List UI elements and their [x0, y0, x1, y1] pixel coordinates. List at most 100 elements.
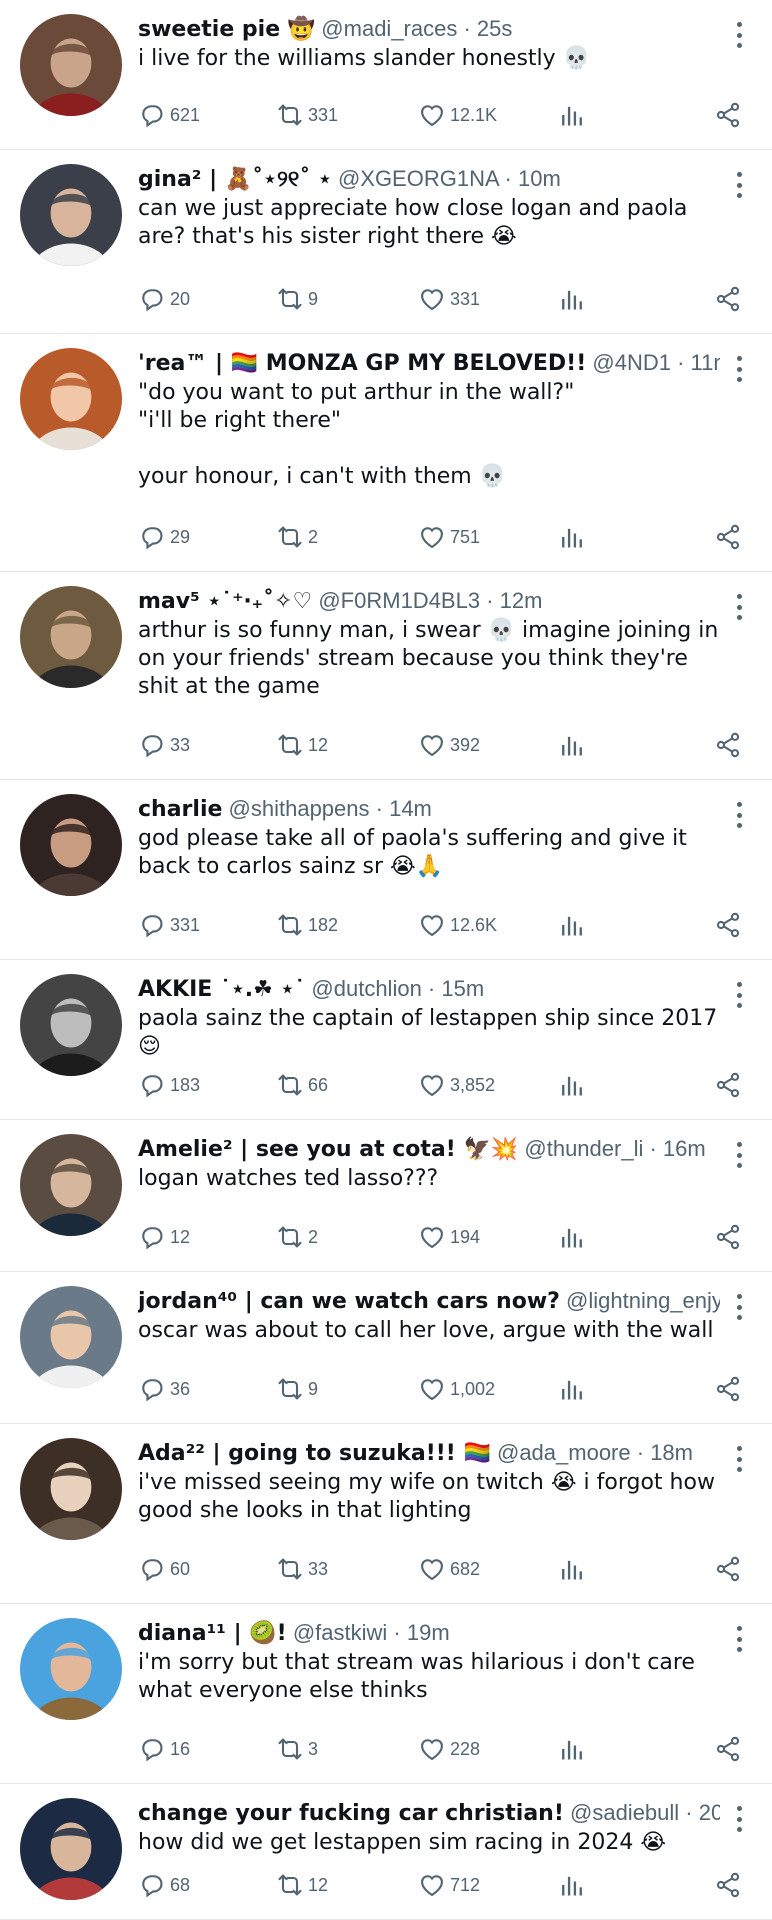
- like-button[interactable]: 12.6K: [418, 909, 497, 941]
- more-icon[interactable]: [732, 356, 746, 382]
- share-button[interactable]: [714, 521, 742, 553]
- user-handle[interactable]: @fastkiwi: [293, 1620, 387, 1645]
- like-button[interactable]: 3,852: [418, 1069, 495, 1101]
- views-button[interactable]: [558, 909, 586, 941]
- tweet[interactable]: gina² | 🧸˚⋆୨୧˚ ⋆ @XGEORG1NA · 10m can we …: [0, 150, 772, 334]
- user-handle[interactable]: @shithappens: [229, 796, 370, 821]
- display-name[interactable]: Ada²² | going to suzuka!!! 🏳️‍🌈: [138, 1441, 491, 1466]
- reply-button[interactable]: 60: [138, 1553, 190, 1585]
- more-icon[interactable]: [732, 1626, 746, 1652]
- timestamp[interactable]: 25s: [477, 16, 512, 41]
- more-icon[interactable]: [732, 802, 746, 828]
- display-name[interactable]: sweetie pie 🤠: [138, 17, 315, 42]
- retweet-button[interactable]: 9: [276, 1373, 318, 1405]
- timestamp[interactable]: 11m: [691, 350, 720, 375]
- like-button[interactable]: 751: [418, 521, 480, 553]
- retweet-button[interactable]: 2: [276, 521, 318, 553]
- timestamp[interactable]: 14m: [389, 796, 432, 821]
- views-button[interactable]: [558, 1733, 586, 1765]
- tweet[interactable]: Ada²² | going to suzuka!!! 🏳️‍🌈 @ada_moo…: [0, 1424, 772, 1604]
- retweet-button[interactable]: 33: [276, 1553, 328, 1585]
- user-handle[interactable]: @4ND1: [592, 350, 671, 375]
- more-icon[interactable]: [732, 1446, 746, 1472]
- retweet-button[interactable]: 66: [276, 1069, 328, 1101]
- reply-button[interactable]: 16: [138, 1733, 190, 1765]
- views-button[interactable]: [558, 1069, 586, 1101]
- retweet-button[interactable]: 9: [276, 283, 318, 315]
- tweet[interactable]: Amelie² | see you at cota! 🦅💥 @thunder_l…: [0, 1120, 772, 1272]
- like-button[interactable]: 12.1K: [418, 99, 497, 131]
- avatar[interactable]: [20, 164, 122, 266]
- like-button[interactable]: 682: [418, 1553, 480, 1585]
- avatar[interactable]: [20, 1286, 122, 1388]
- display-name[interactable]: change your fucking car christian!: [138, 1801, 564, 1826]
- like-button[interactable]: 228: [418, 1733, 480, 1765]
- timestamp[interactable]: 19m: [407, 1620, 450, 1645]
- tweet[interactable]: diana¹¹ | 🥝! @fastkiwi · 19m i'm sorry bu…: [0, 1604, 772, 1784]
- views-button[interactable]: [558, 729, 586, 761]
- like-button[interactable]: 194: [418, 1221, 480, 1253]
- tweet[interactable]: change your fucking car christian! @sadi…: [0, 1784, 772, 1920]
- avatar[interactable]: [20, 794, 122, 896]
- like-button[interactable]: 392: [418, 729, 480, 761]
- views-button[interactable]: [558, 521, 586, 553]
- user-handle[interactable]: @sadiebull: [570, 1800, 679, 1825]
- timestamp[interactable]: 10m: [518, 166, 561, 191]
- share-button[interactable]: [714, 283, 742, 315]
- display-name[interactable]: diana¹¹ | 🥝!: [138, 1621, 287, 1646]
- share-button[interactable]: [714, 99, 742, 131]
- display-name[interactable]: AKKIE ˙⋆.☘︎ ⋆˙: [138, 977, 305, 1002]
- retweet-button[interactable]: 3: [276, 1733, 318, 1765]
- display-name[interactable]: gina² | 🧸˚⋆୨୧˚ ⋆: [138, 167, 332, 192]
- share-button[interactable]: [714, 1373, 742, 1405]
- avatar[interactable]: [20, 1798, 122, 1900]
- reply-button[interactable]: 68: [138, 1869, 190, 1901]
- timestamp[interactable]: 15m: [441, 976, 484, 1001]
- timestamp[interactable]: 18m: [650, 1440, 693, 1465]
- reply-button[interactable]: 36: [138, 1373, 190, 1405]
- reply-button[interactable]: 29: [138, 521, 190, 553]
- reply-button[interactable]: 20: [138, 283, 190, 315]
- tweet[interactable]: charlie @shithappens · 14m god please tak…: [0, 780, 772, 960]
- share-button[interactable]: [714, 909, 742, 941]
- avatar[interactable]: [20, 14, 122, 116]
- display-name[interactable]: charlie: [138, 797, 222, 822]
- user-handle[interactable]: @madi_races: [321, 16, 457, 41]
- share-button[interactable]: [714, 729, 742, 761]
- share-button[interactable]: [714, 1869, 742, 1901]
- share-button[interactable]: [714, 1553, 742, 1585]
- avatar[interactable]: [20, 1618, 122, 1720]
- reply-button[interactable]: 621: [138, 99, 200, 131]
- tweet[interactable]: 'rea™ | 🏳️‍🌈 MONZA GP MY BELOVED!! @4ND1…: [0, 334, 772, 572]
- avatar[interactable]: [20, 1134, 122, 1236]
- user-handle[interactable]: @XGEORG1NA: [338, 166, 499, 191]
- retweet-button[interactable]: 331: [276, 99, 338, 131]
- user-handle[interactable]: @lightning_enjyr ...: [566, 1288, 720, 1313]
- share-button[interactable]: [714, 1733, 742, 1765]
- like-button[interactable]: 331: [418, 283, 480, 315]
- more-icon[interactable]: [732, 1806, 746, 1832]
- more-icon[interactable]: [732, 172, 746, 198]
- views-button[interactable]: [558, 283, 586, 315]
- share-button[interactable]: [714, 1069, 742, 1101]
- reply-button[interactable]: 33: [138, 729, 190, 761]
- views-button[interactable]: [558, 99, 586, 131]
- timestamp[interactable]: 12m: [500, 588, 543, 613]
- more-icon[interactable]: [732, 1294, 746, 1320]
- retweet-button[interactable]: 182: [276, 909, 338, 941]
- user-handle[interactable]: @thunder_li: [524, 1136, 643, 1161]
- more-icon[interactable]: [732, 982, 746, 1008]
- tweet[interactable]: jordan⁴⁰ | can we watch cars now? @light…: [0, 1272, 772, 1424]
- reply-button[interactable]: 183: [138, 1069, 200, 1101]
- retweet-button[interactable]: 2: [276, 1221, 318, 1253]
- like-button[interactable]: 712: [418, 1869, 480, 1901]
- user-handle[interactable]: @ada_moore: [497, 1440, 631, 1465]
- avatar[interactable]: [20, 1438, 122, 1540]
- display-name[interactable]: jordan⁴⁰ | can we watch cars now?: [138, 1289, 560, 1314]
- display-name[interactable]: mav⁵ ⋆˙⁺‧₊˚✧♡: [138, 589, 312, 614]
- tweet[interactable]: mav⁵ ⋆˙⁺‧₊˚✧♡ @F0RM1D4BL3 · 12m arthur is…: [0, 572, 772, 780]
- reply-button[interactable]: 331: [138, 909, 200, 941]
- user-handle[interactable]: @F0RM1D4BL3: [318, 588, 480, 613]
- retweet-button[interactable]: 12: [276, 1869, 328, 1901]
- display-name[interactable]: 'rea™ | 🏳️‍🌈 MONZA GP MY BELOVED!!: [138, 351, 586, 376]
